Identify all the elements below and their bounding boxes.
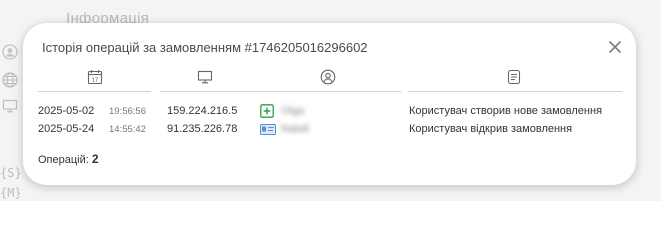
id-card-icon [260, 124, 276, 135]
close-button[interactable] [607, 39, 623, 55]
add-user-badge-icon [260, 104, 274, 118]
operation-action: Користувач відкрив замовлення [409, 123, 573, 135]
column-divider [38, 91, 151, 92]
operation-ip: 159.224.216.5 [167, 105, 238, 117]
column-divider [408, 91, 622, 92]
operation-user: Natali [281, 123, 310, 135]
operation-ip: 91.235.226.78 [167, 123, 238, 135]
user-avatar-icon [2, 44, 18, 60]
column-divider [160, 91, 263, 92]
operations-count-value: 2 [91, 152, 99, 166]
background-side-letter: {S} [0, 166, 22, 180]
close-icon [608, 40, 622, 54]
monitor-icon [197, 69, 213, 85]
operation-date: 2025-05-24 [38, 123, 95, 135]
background-side-letter: {M} [0, 186, 22, 200]
operation-time: 14:55:42 [109, 124, 146, 135]
operation-time: 19:56:56 [109, 106, 146, 117]
operations-count: Операцій: 2 [38, 152, 99, 166]
user-icon [320, 69, 336, 85]
svg-text:17: 17 [92, 78, 98, 84]
document-icon [506, 69, 522, 85]
calendar-icon: 17 [87, 69, 103, 85]
operation-action: Користувач створив нове замовлення [409, 105, 603, 117]
operations-history-modal: Історія операцій за замовленням #1746205… [23, 23, 636, 185]
operation-user: Olga [281, 105, 305, 117]
modal-title: Історія операцій за замовленням #1746205… [42, 40, 368, 55]
operations-count-label: Операцій: [38, 154, 92, 166]
operation-date: 2025-05-02 [38, 105, 95, 117]
column-divider [257, 91, 401, 92]
monitor-icon [2, 98, 18, 114]
globe-icon [2, 72, 18, 88]
